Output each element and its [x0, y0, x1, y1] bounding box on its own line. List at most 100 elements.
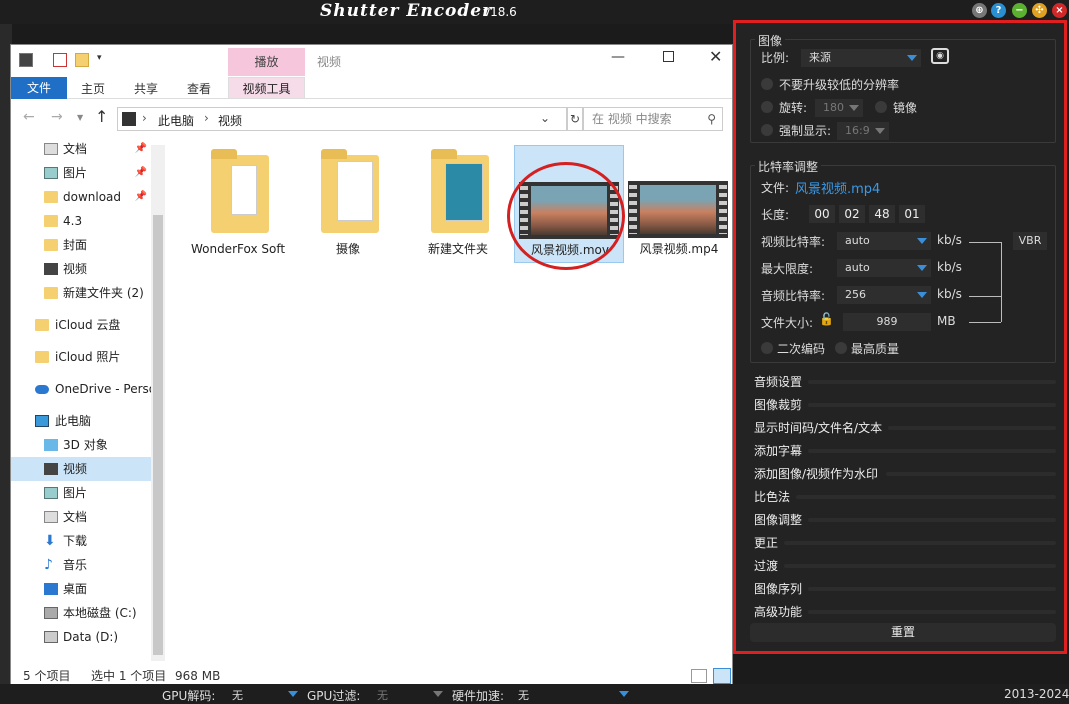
back-arrow-icon[interactable]: ←: [23, 109, 35, 125]
close-icon[interactable]: ×: [1052, 3, 1067, 18]
tab-file[interactable]: 文件: [11, 77, 67, 99]
chevron-down-icon[interactable]: [619, 691, 629, 697]
file-item-camera-folder[interactable]: 摄像: [293, 145, 403, 263]
ratio-select[interactable]: 来源: [801, 49, 921, 67]
menu-advanced[interactable]: 高级功能: [754, 603, 802, 621]
file-item-new-folder[interactable]: 新建文件夹: [403, 145, 513, 263]
maximize-icon[interactable]: [663, 51, 674, 62]
menu-subtitles[interactable]: 添加字幕: [754, 442, 802, 460]
nav-scrollbar-thumb[interactable]: [153, 215, 163, 655]
up-arrow-icon[interactable]: ↑: [95, 107, 108, 126]
bracket-line: [969, 296, 1001, 297]
tab-share[interactable]: 共享: [126, 79, 166, 99]
chevron-down-icon[interactable]: ▾: [97, 53, 102, 63]
rotate-radio[interactable]: [761, 101, 773, 113]
vbr-button[interactable]: VBR: [1013, 232, 1047, 250]
length-minutes[interactable]: 02: [839, 205, 865, 223]
reset-button[interactable]: 重置: [750, 623, 1056, 642]
gpu-decode-value[interactable]: 无: [232, 687, 243, 703]
nav-item-videos-quick[interactable]: 视频: [11, 257, 151, 281]
force-display-radio[interactable]: [761, 124, 773, 136]
chevron-down-icon[interactable]: [433, 691, 443, 697]
file-item-landscape-mov[interactable]: 风景视频.mov: [507, 145, 625, 270]
file-item-wonderfox-folder[interactable]: WonderFox Soft: [183, 145, 293, 263]
forward-arrow-icon[interactable]: →: [51, 109, 63, 125]
menu-transition[interactable]: 过渡: [754, 557, 778, 575]
recent-chevron-icon[interactable]: ▼: [77, 113, 83, 122]
max-bitrate-select[interactable]: auto: [837, 259, 931, 277]
video-bitrate-label: 视频比特率:: [761, 235, 826, 249]
camera-icon[interactable]: ◉: [931, 48, 949, 64]
file-size-input[interactable]: 989: [843, 313, 931, 331]
length-frames[interactable]: 01: [899, 205, 925, 223]
tab-view[interactable]: 查看: [179, 79, 219, 99]
nav-item-drive-d[interactable]: Data (D:): [11, 625, 151, 649]
menu-image-adjust[interactable]: 图像调整: [754, 511, 802, 529]
unlock-icon[interactable]: 🔓: [819, 312, 834, 326]
menu-image-sequence[interactable]: 图像序列: [754, 580, 802, 598]
tab-home[interactable]: 主页: [73, 79, 113, 99]
nav-item-4-3[interactable]: 4.3: [11, 209, 151, 233]
breadcrumb-this-pc[interactable]: 此电脑: [158, 112, 194, 129]
folder-icon: [44, 287, 58, 299]
force-display-select[interactable]: 16:9: [837, 122, 889, 140]
minimize-icon[interactable]: —: [611, 49, 625, 65]
menu-watermark[interactable]: 添加图像/视频作为水印: [754, 465, 878, 483]
nav-item-icloud-drive[interactable]: iCloud 云盘: [11, 313, 151, 337]
menu-image-crop[interactable]: 图像裁剪: [754, 396, 802, 414]
menu-colorimetry[interactable]: 比色法: [754, 488, 790, 506]
mirror-radio[interactable]: [875, 101, 887, 113]
length-seconds[interactable]: 48: [869, 205, 895, 223]
nav-item-new-folder-2[interactable]: 新建文件夹 (2): [11, 281, 151, 305]
new-folder-icon[interactable]: [75, 53, 89, 67]
menu-correction[interactable]: 更正: [754, 534, 778, 552]
nav-item-desktop[interactable]: 桌面: [11, 577, 151, 601]
nav-item-icloud-photos[interactable]: iCloud 照片: [11, 345, 151, 369]
chevron-down-icon[interactable]: ⌄: [540, 111, 550, 125]
nav-item-music[interactable]: ♪ 音乐: [11, 553, 151, 577]
help-icon[interactable]: ?: [991, 3, 1006, 18]
nav-item-download[interactable]: download 📌: [11, 185, 151, 209]
large-icons-view-icon[interactable]: [713, 668, 731, 684]
breadcrumb-videos[interactable]: 视频: [218, 112, 242, 129]
nav-item-drive-c[interactable]: 本地磁盘 (C:): [11, 601, 151, 625]
nav-item-downloads[interactable]: ⬇ 下载: [11, 529, 151, 553]
search-input[interactable]: 在 视频 中搜索 ⚲: [583, 107, 723, 131]
nav-item-3d-objects[interactable]: 3D 对象: [11, 433, 151, 457]
nav-item-videos[interactable]: 视频: [11, 457, 151, 481]
no-upscale-radio[interactable]: [761, 78, 773, 90]
nav-item-this-pc[interactable]: 此电脑: [11, 409, 151, 433]
gpu-filter-value[interactable]: 无: [377, 687, 388, 703]
nav-item-pictures-pc[interactable]: 图片: [11, 481, 151, 505]
nav-item-documents-pc[interactable]: 文档: [11, 505, 151, 529]
nav-item-cover[interactable]: 封面: [11, 233, 151, 257]
length-hours[interactable]: 00: [809, 205, 835, 223]
best-quality-radio[interactable]: [835, 342, 847, 354]
nav-item-onedrive[interactable]: OneDrive - Perso: [11, 377, 151, 401]
nav-label: 图片: [63, 486, 88, 500]
details-view-icon[interactable]: [691, 669, 707, 683]
two-pass-radio[interactable]: [761, 342, 773, 354]
rotate-select[interactable]: 180: [815, 99, 863, 117]
tab-play[interactable]: 播放: [228, 48, 305, 76]
folder-icon: [211, 149, 269, 233]
ratio-value: 来源: [809, 51, 831, 64]
minimize-icon[interactable]: −: [1012, 3, 1027, 18]
tab-video-tools[interactable]: 视频工具: [228, 77, 305, 99]
nav-item-documents[interactable]: 文档 📌: [11, 137, 151, 161]
settings-icon[interactable]: ✣: [1032, 3, 1047, 18]
nav-item-pictures[interactable]: 图片 📌: [11, 161, 151, 185]
nav-label: 文档: [63, 142, 88, 156]
language-icon[interactable]: ⊕: [972, 3, 987, 18]
refresh-icon[interactable]: ↻: [567, 107, 583, 131]
video-bitrate-select[interactable]: auto: [837, 232, 931, 250]
chevron-down-icon[interactable]: [288, 691, 298, 697]
menu-audio-settings[interactable]: 音频设置: [754, 373, 802, 391]
properties-icon[interactable]: [53, 53, 67, 67]
address-bar[interactable]: › 此电脑 › 视频 ⌄: [117, 107, 567, 131]
hw-accel-value[interactable]: 无: [518, 687, 529, 703]
close-icon[interactable]: ✕: [709, 47, 722, 66]
audio-bitrate-select[interactable]: 256: [837, 286, 931, 304]
menu-timecode-text[interactable]: 显示时间码/文件名/文本: [754, 419, 882, 437]
file-item-landscape-mp4[interactable]: 风景视频.mp4: [624, 145, 734, 263]
